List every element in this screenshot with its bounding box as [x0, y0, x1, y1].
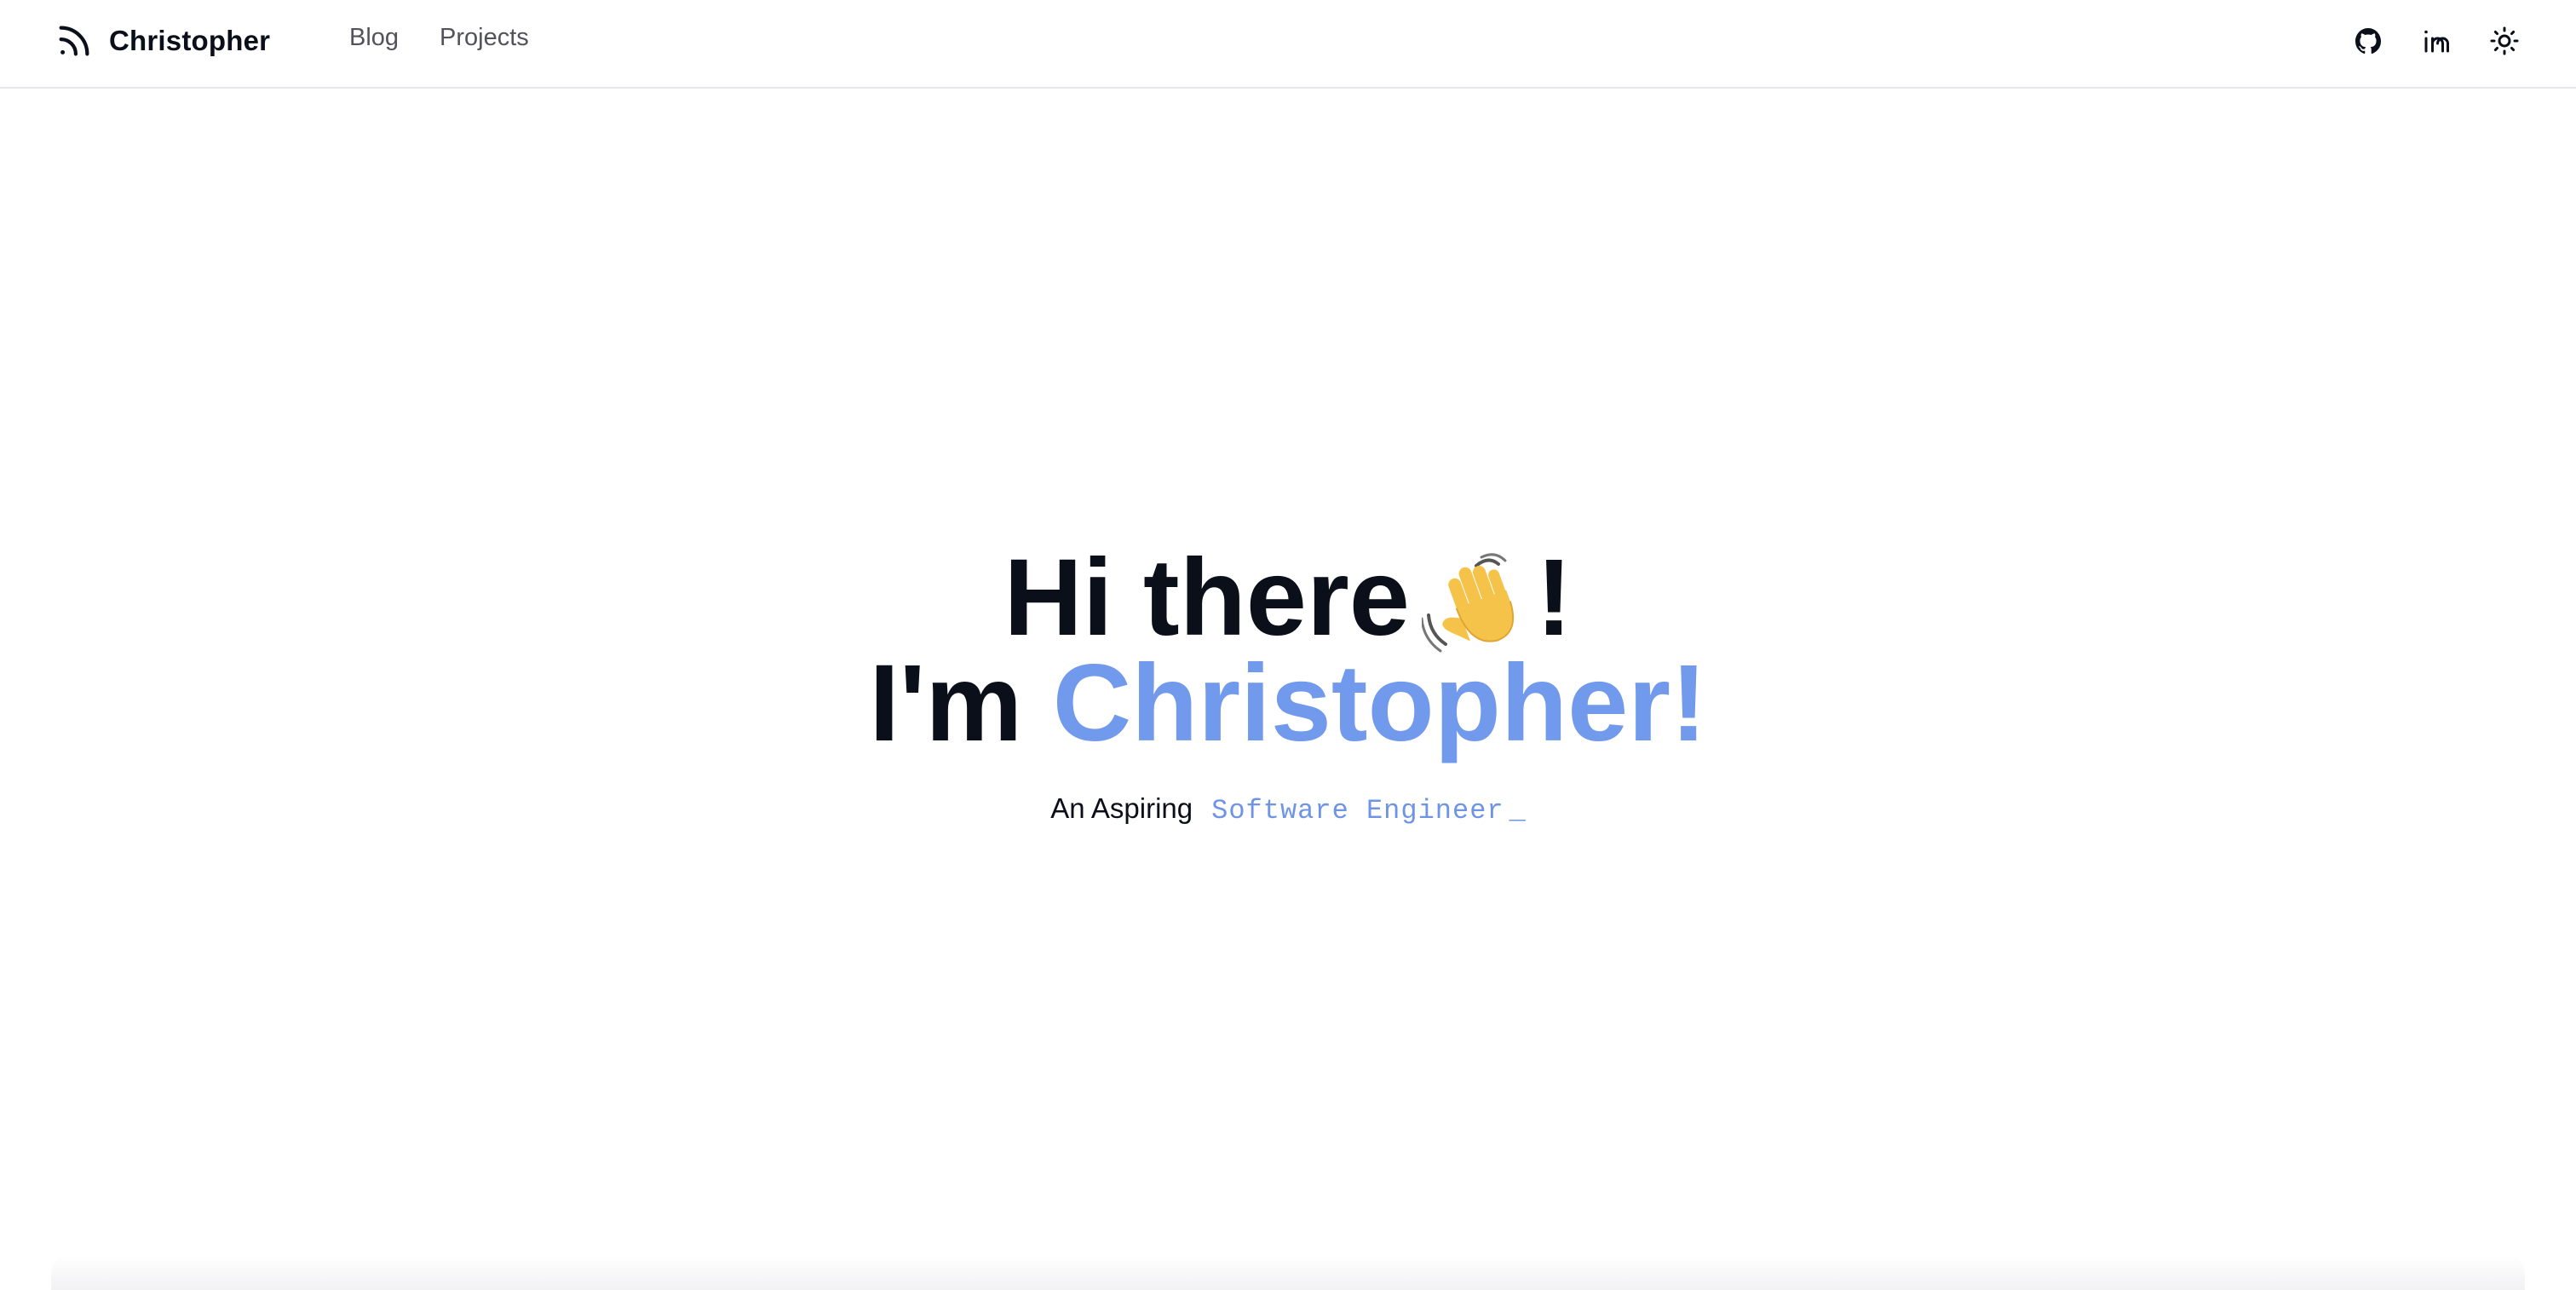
- sun-icon: [2490, 26, 2519, 55]
- waving-hand-icon: [1421, 545, 1534, 653]
- hero-greeting-text: Hi there: [1003, 537, 1410, 659]
- hero-name: Christopher!: [1052, 642, 1707, 764]
- brand-link[interactable]: Christopher: [55, 17, 270, 65]
- hero-greeting-exclaim: !: [1535, 537, 1573, 659]
- main-nav: Blog Projects: [349, 19, 570, 56]
- theme-toggle-button[interactable]: [2484, 20, 2525, 61]
- hero-greeting: Hi there !: [0, 544, 2576, 653]
- github-icon: [2355, 28, 2382, 54]
- page: Christopher Blog Projects Hi there ! I'm…: [0, 0, 2576, 1290]
- typewriter-cursor: _: [1509, 795, 1526, 826]
- hero-section: Hi there ! I'm Christopher! An Aspiring …: [0, 544, 2576, 827]
- tagline-prefix: An Aspiring: [1050, 792, 1193, 824]
- site-header: Christopher Blog Projects: [0, 0, 2576, 89]
- nav-link-blog[interactable]: Blog: [349, 24, 399, 52]
- typewriter-role: Software Engineer: [1211, 795, 1504, 826]
- linkedin-link[interactable]: [2416, 20, 2457, 61]
- rss-icon: [55, 21, 94, 60]
- tagline: An Aspiring Software Engineer _: [0, 792, 2576, 826]
- linkedin-icon: [2424, 30, 2449, 53]
- header-actions: [2320, 20, 2525, 61]
- bottom-fade: [51, 1256, 2525, 1290]
- brand-name: Christopher: [109, 25, 271, 56]
- hero-intro: I'm Christopher!: [0, 649, 2576, 758]
- github-link[interactable]: [2348, 20, 2389, 61]
- hero-intro-prefix: I'm: [869, 642, 1023, 764]
- nav-link-projects[interactable]: Projects: [440, 24, 529, 52]
